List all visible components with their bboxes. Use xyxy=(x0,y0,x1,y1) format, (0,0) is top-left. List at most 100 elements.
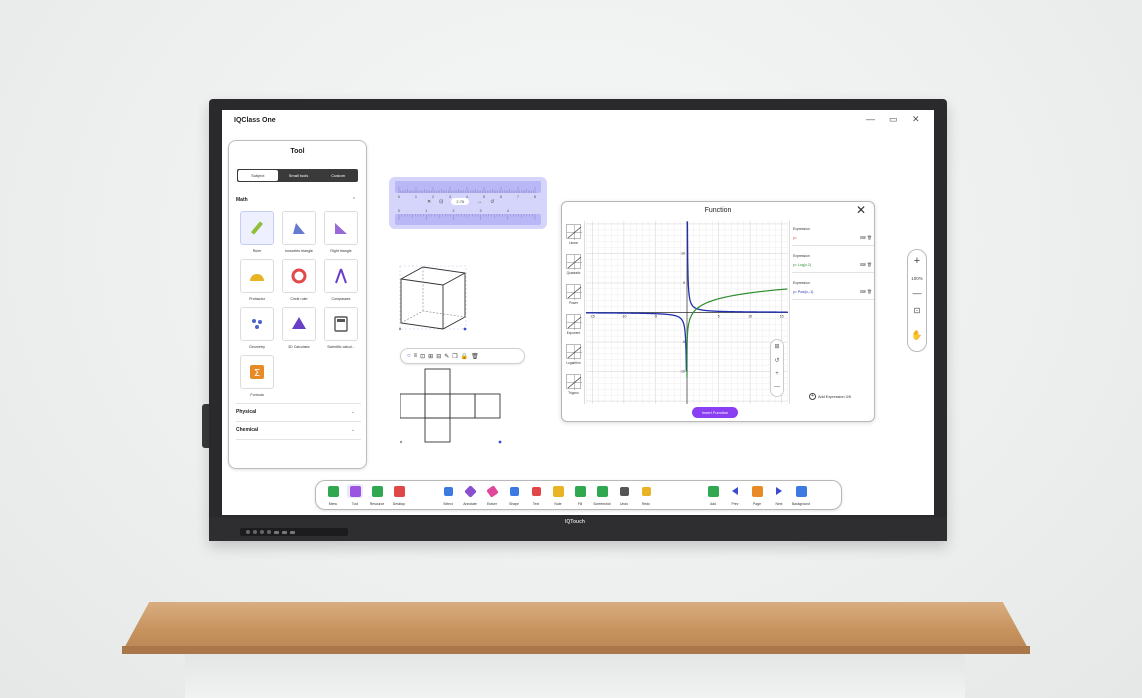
chevron-down-icon[interactable]: ⌄ xyxy=(351,427,355,433)
outline-icon[interactable]: ○ xyxy=(407,353,411,359)
cube-shape[interactable] xyxy=(398,265,469,331)
toolbar-glyph xyxy=(795,485,807,497)
expression-caption: Expression xyxy=(793,227,810,231)
toolbar-glyph xyxy=(641,486,651,496)
expression-row[interactable]: Expression y= Log(x,2) ⌨ 🗑 xyxy=(792,251,874,273)
ruler-rotate-icon[interactable]: ↺ xyxy=(490,199,494,205)
tool-tile[interactable]: Σ xyxy=(240,355,274,389)
toolbar-glyph xyxy=(509,486,519,496)
section-math[interactable]: Math xyxy=(236,197,248,203)
tool-tile[interactable] xyxy=(324,259,358,293)
tool-panel-title: Tool xyxy=(290,148,305,155)
section-chemical[interactable]: Chemical xyxy=(236,427,258,433)
port xyxy=(282,530,287,534)
monitor-ports xyxy=(240,528,348,536)
ruler-close-icon[interactable]: ✕ xyxy=(427,199,431,205)
tool-tabs: Subject Small tools Custom xyxy=(237,169,358,182)
table-base xyxy=(185,654,965,698)
close-icon[interactable]: ✕ xyxy=(856,203,866,217)
zoom-in-icon[interactable]: + xyxy=(908,255,926,267)
tool-tile-label: Geometry xyxy=(249,345,265,349)
cube-net-shape[interactable] xyxy=(399,368,503,444)
chevron-down-icon[interactable]: ⌄ xyxy=(351,409,355,415)
expression-row[interactable]: Expression y= ⌨ 🗑 xyxy=(792,224,874,246)
add-expression-button[interactable]: + Add Expression 3/6 xyxy=(809,393,851,400)
zoom-out-icon[interactable]: — xyxy=(771,384,783,390)
insert-function-button[interactable]: Insert Function xyxy=(692,407,738,418)
minimize-button[interactable]: — xyxy=(866,114,875,124)
tool-tile[interactable] xyxy=(282,259,316,293)
function-dialog-title: Function xyxy=(704,207,732,214)
ruler-number: 0 xyxy=(398,195,400,199)
ruler-swap-icon[interactable]: ↔ xyxy=(477,199,482,205)
toolbar-item-background[interactable]: Background xyxy=(787,484,815,506)
tool-tile[interactable] xyxy=(282,307,316,341)
ungroup-icon[interactable]: ⊟ xyxy=(436,353,441,360)
function-type-item[interactable]: Logarithm xyxy=(564,344,583,365)
function-type-list: Linear Quadratic Power Exponent Logarithm Tri… xyxy=(562,221,585,404)
tool-tile[interactable] xyxy=(324,307,358,341)
line-style-icon[interactable]: ≡ xyxy=(414,353,418,359)
function-type-item[interactable]: Power xyxy=(564,284,583,305)
zoom-in-icon[interactable]: + xyxy=(771,371,783,377)
fit-screen-icon[interactable]: ⊡ xyxy=(908,306,926,315)
tab-subject[interactable]: Subject xyxy=(238,170,278,181)
tool-tile[interactable] xyxy=(240,259,274,293)
expression-input[interactable]: y= Log(x,2) xyxy=(793,263,811,267)
ruler-widget[interactable]: 012345678 01234 ✕ ⊡ 2.76 ↔ ↺ xyxy=(389,177,547,229)
ruler-number: 4 xyxy=(507,209,509,213)
function-type-item[interactable]: Linear xyxy=(564,224,583,245)
keyboard-delete-icons[interactable]: ⌨ 🗑 xyxy=(860,262,872,267)
ruler-number: 7 xyxy=(517,195,519,199)
toolbar-item-redo[interactable]: Redo xyxy=(632,484,660,506)
tool-tile[interactable] xyxy=(240,211,274,245)
reset-icon[interactable]: ↺ xyxy=(771,357,783,364)
app-title: IQClass One xyxy=(234,117,276,124)
lock-icon[interactable]: 🔒 xyxy=(461,353,468,360)
y-tick-label: -10 xyxy=(680,370,685,374)
expression-input[interactable]: y= Pow(x,-1) xyxy=(793,290,813,294)
toolbar-glyph xyxy=(732,487,738,495)
zoom-percent: 100% xyxy=(911,276,923,281)
x-tick-label: -5 xyxy=(654,315,657,319)
toolbox-icon xyxy=(347,484,363,498)
copy-icon[interactable]: ⊡ xyxy=(420,353,425,360)
delete-icon[interactable]: 🗑 xyxy=(471,353,479,360)
ruler-lock-icon[interactable]: ⊡ xyxy=(439,199,443,205)
redo-icon xyxy=(638,484,654,498)
add-page-icon xyxy=(705,484,721,498)
y-tick-label: 10 xyxy=(681,252,685,256)
ruler-number: 1 xyxy=(425,209,427,213)
toolbar-glyph xyxy=(776,487,782,495)
close-button[interactable]: ✕ xyxy=(912,114,920,125)
grid-toggle-icon[interactable]: ⊞ xyxy=(771,343,783,350)
keyboard-delete-icons[interactable]: ⌨ 🗑 xyxy=(860,289,872,294)
tab-custom[interactable]: Custom xyxy=(318,169,358,182)
tool-tile[interactable] xyxy=(324,211,358,245)
group-icon[interactable]: ⊞ xyxy=(428,353,433,360)
tool-tile[interactable] xyxy=(282,211,316,245)
hand-icon[interactable]: ✋ xyxy=(908,330,926,341)
shape-icon xyxy=(506,484,522,498)
chevron-up-icon[interactable]: ^ xyxy=(353,197,355,203)
tool-tile[interactable] xyxy=(240,307,274,341)
fill-icon xyxy=(572,484,588,498)
function-type-label: Logarithm xyxy=(566,361,581,365)
protractor-icon xyxy=(250,274,264,281)
function-type-item[interactable]: Exponent xyxy=(564,314,583,335)
expression-row[interactable]: Expression y= Pow(x,-1) ⌨ 🗑 xyxy=(792,278,874,300)
expression-input[interactable]: y= xyxy=(793,236,797,240)
tool-tile-label: Protractor xyxy=(249,297,265,301)
toolbar-item-desktop[interactable]: Desktop xyxy=(385,484,413,506)
section-physical[interactable]: Physical xyxy=(236,409,256,415)
duplicate-icon[interactable]: ❐ xyxy=(452,353,457,360)
edit-icon[interactable]: ✎ xyxy=(444,353,449,360)
function-type-item[interactable]: Quadratic xyxy=(564,254,583,275)
function-graph[interactable]: -15 -10 -5 5 10 15 10 5 -5 -10 xyxy=(586,221,788,404)
keyboard-delete-icons[interactable]: ⌨ 🗑 xyxy=(860,235,872,240)
x-tick-label: 15 xyxy=(780,315,784,319)
function-type-item[interactable]: Trigono xyxy=(564,374,583,395)
maximize-button[interactable]: ▭ xyxy=(889,114,898,125)
tab-small-tools[interactable]: Small tools xyxy=(279,169,319,182)
zoom-out-icon[interactable]: — xyxy=(908,288,926,298)
